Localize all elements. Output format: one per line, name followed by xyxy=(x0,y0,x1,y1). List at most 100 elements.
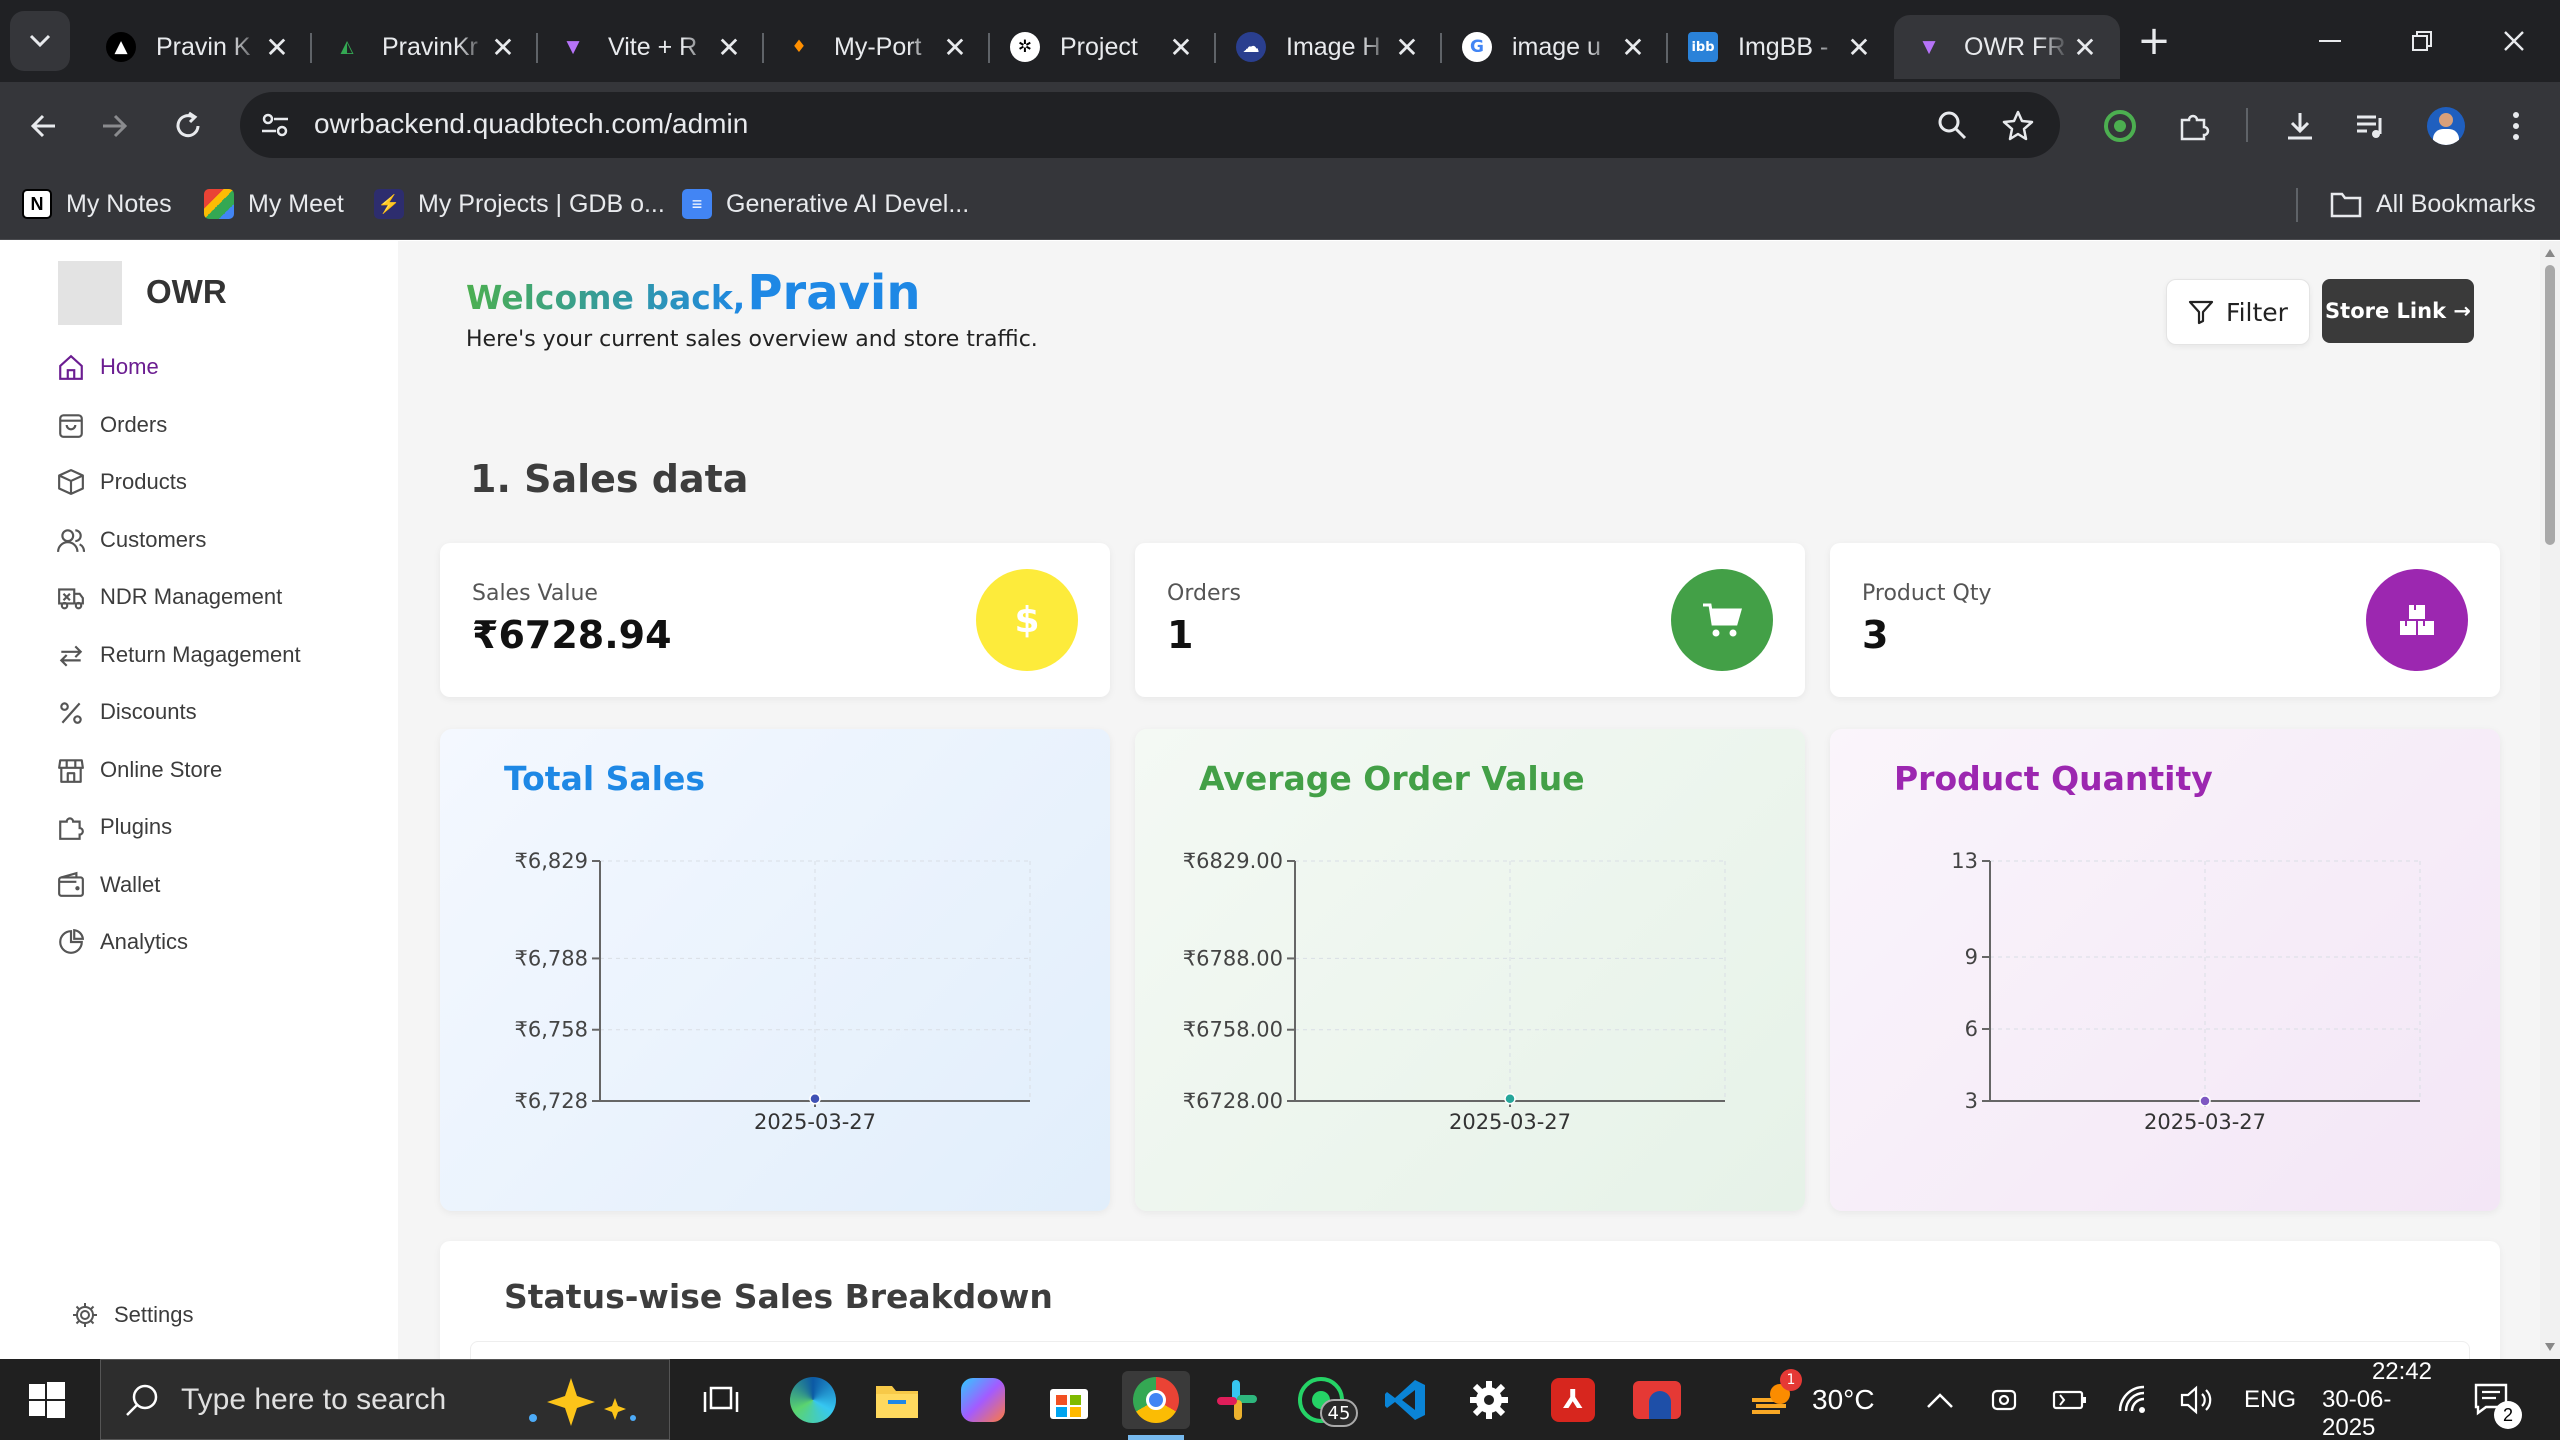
language-indicator[interactable]: ENG xyxy=(2244,1359,2296,1440)
meet-now-button[interactable] xyxy=(1990,1359,2020,1440)
close-tab-icon[interactable]: ✕ xyxy=(1844,31,1874,64)
y-tick-label: ₹6,758 xyxy=(515,1018,588,1042)
filter-label: Filter xyxy=(2226,297,2288,327)
scroll-down-icon[interactable] xyxy=(2545,1343,2555,1351)
close-tab-icon[interactable]: ✕ xyxy=(1166,31,1196,64)
browser-tab[interactable]: ▼ OWR FR ✕ xyxy=(1894,15,2120,79)
taskbar-meet[interactable] xyxy=(1628,1371,1686,1429)
download-icon xyxy=(2288,113,2312,140)
reload-button[interactable] xyxy=(166,104,210,148)
battery-button[interactable] xyxy=(2052,1359,2088,1440)
clock[interactable]: 22:42 30-06-2025 xyxy=(2322,1358,2432,1441)
y-tick-label: 6 xyxy=(1965,1017,1978,1041)
scroll-up-icon[interactable] xyxy=(2545,249,2555,257)
browser-tab[interactable]: ▼ Vite + R ✕ xyxy=(538,15,764,79)
downloads-button[interactable] xyxy=(2278,104,2322,148)
y-tick-label: ₹6,728 xyxy=(515,1089,588,1113)
sidebar-item-ndr-management[interactable]: NDR Management xyxy=(56,575,282,619)
y-tick-label: 13 xyxy=(1951,849,1978,873)
sidebar-item-orders[interactable]: Orders xyxy=(56,403,167,447)
bookmark-my-projects[interactable]: ⚡ My Projects | GDB o... xyxy=(374,186,665,222)
welcome-heading: Welcome back, Pravin xyxy=(466,265,921,321)
close-tab-icon[interactable]: ✕ xyxy=(488,31,518,64)
sidebar-item-plugins[interactable]: Plugins xyxy=(56,805,172,849)
new-tab-button[interactable]: + xyxy=(2124,18,2184,64)
scrollbar-thumb[interactable] xyxy=(2545,265,2555,545)
sidebar-item-analytics[interactable]: Analytics xyxy=(56,920,188,964)
bookmark-my-meet[interactable]: My Meet xyxy=(204,186,344,222)
close-tab-icon[interactable]: ✕ xyxy=(262,31,292,64)
sidebar-item-customers[interactable]: Customers xyxy=(56,518,206,562)
browser-tab[interactable]: ☁ Image H ✕ xyxy=(1216,15,1442,79)
browser-tab[interactable]: ◭ PravinKr ✕ xyxy=(312,15,538,79)
sidebar-item-online-store[interactable]: Online Store xyxy=(56,748,222,792)
browser-tab[interactable]: ▲ Pravin K ✕ xyxy=(86,15,312,79)
restore-button[interactable] xyxy=(2376,0,2468,82)
profile-button[interactable] xyxy=(2424,104,2468,148)
taskbar-edge[interactable] xyxy=(784,1371,842,1429)
taskbar-chrome[interactable] xyxy=(1122,1371,1190,1429)
taskbar-vscode[interactable] xyxy=(1376,1371,1434,1429)
bookmark-my-notes[interactable]: N My Notes xyxy=(22,186,172,222)
taskbar-acrobat[interactable]: ⅄ xyxy=(1544,1371,1602,1429)
media-button[interactable] xyxy=(2348,104,2392,148)
tab-search-dropdown[interactable] xyxy=(10,11,70,71)
address-bar[interactable]: owrbackend.quadbtech.com/admin xyxy=(240,92,2060,158)
copilot-sparkle-icon xyxy=(529,1378,636,1426)
minimize-button[interactable] xyxy=(2284,0,2376,82)
close-tab-icon[interactable]: ✕ xyxy=(2070,31,2100,64)
tab-title: OWR FR xyxy=(1964,32,2066,61)
taskbar-whatsapp[interactable]: 45 xyxy=(1292,1371,1358,1429)
close-tab-icon[interactable]: ✕ xyxy=(714,31,744,64)
sidebar-item-wallet[interactable]: Wallet xyxy=(56,863,160,907)
sidebar-item-return-magagement[interactable]: Return Magagement xyxy=(56,633,301,677)
bookmark-label: My Notes xyxy=(66,189,172,218)
close-tab-icon[interactable]: ✕ xyxy=(940,31,970,64)
sidebar-item-discounts[interactable]: Discounts xyxy=(56,690,197,734)
forward-button[interactable] xyxy=(92,104,136,148)
back-button[interactable] xyxy=(22,104,66,148)
close-tab-icon[interactable]: ✕ xyxy=(1392,31,1422,64)
menu-button[interactable] xyxy=(2494,104,2538,148)
volume-button[interactable] xyxy=(2180,1359,2214,1440)
page-subtitle: Here's your current sales overview and s… xyxy=(466,327,1038,352)
zoom-button[interactable] xyxy=(1930,103,1974,147)
taskbar-settings[interactable] xyxy=(1460,1371,1518,1429)
browser-tab[interactable]: ♦ My-Port ✕ xyxy=(764,15,990,79)
store-icon xyxy=(56,755,86,785)
close-window-button[interactable] xyxy=(2468,0,2560,82)
taskbar-store[interactable] xyxy=(1040,1371,1098,1429)
taskbar-copilot[interactable] xyxy=(954,1371,1012,1429)
taskbar-search[interactable]: Type here to search xyxy=(100,1359,670,1440)
close-tab-icon[interactable]: ✕ xyxy=(1618,31,1648,64)
browser-tab[interactable]: Gimage u ✕ xyxy=(1442,15,1668,79)
show-hidden-icons-button[interactable] xyxy=(1926,1359,1954,1440)
browser-tab[interactable]: ibb ImgBB - ✕ xyxy=(1668,15,1894,79)
weather-temp[interactable]: 30°C xyxy=(1812,1359,1875,1440)
page-scrollbar[interactable] xyxy=(2540,241,2560,1359)
weather-widget[interactable]: 1 xyxy=(1744,1369,1804,1429)
start-button[interactable] xyxy=(18,1371,76,1429)
all-bookmarks-button[interactable]: All Bookmarks xyxy=(2330,186,2536,222)
store-link-button[interactable]: Store Link → xyxy=(2322,279,2474,343)
notifications-button[interactable]: 2 xyxy=(2474,1359,2522,1440)
wifi-button[interactable] xyxy=(2118,1359,2152,1440)
sidebar-item-settings[interactable]: Settings xyxy=(70,1293,194,1337)
sidebar-item-products[interactable]: Products xyxy=(56,460,187,504)
bolt-icon: ⚡ xyxy=(374,189,404,219)
url-text[interactable]: owrbackend.quadbtech.com/admin xyxy=(314,108,748,140)
extensions-button[interactable] xyxy=(2172,104,2216,148)
bookmark-star-button[interactable] xyxy=(1996,103,2040,147)
taskbar-slack[interactable] xyxy=(1208,1371,1266,1429)
bookmark-generative-ai[interactable]: ≡ Generative AI Devel... xyxy=(682,186,969,222)
task-view-button[interactable] xyxy=(692,1371,750,1429)
sidebar-item-home[interactable]: Home xyxy=(56,345,159,389)
site-settings-icon[interactable] xyxy=(260,110,290,140)
sidebar-item-label: Home xyxy=(100,354,159,379)
extension-button[interactable] xyxy=(2098,104,2142,148)
clock-date: 30-06-2025 xyxy=(2322,1385,2392,1441)
sidebar-item-label: Wallet xyxy=(100,871,161,897)
filter-button[interactable]: Filter xyxy=(2166,279,2310,345)
taskbar-file-explorer[interactable] xyxy=(868,1371,926,1429)
browser-tab[interactable]: ✲ Project ✕ xyxy=(990,15,1216,79)
